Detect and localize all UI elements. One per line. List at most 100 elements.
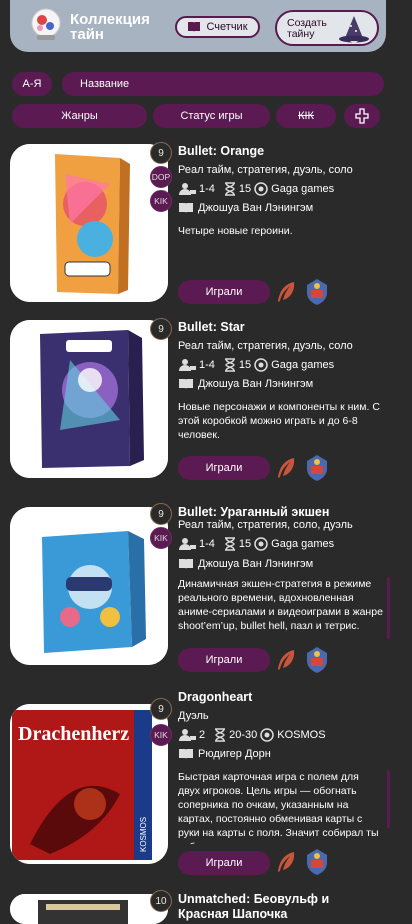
copies-count-badge: 9 xyxy=(150,318,172,340)
feather-icon[interactable] xyxy=(274,850,298,874)
box-art xyxy=(10,894,168,924)
game-meta: 2 20-30 KOSMOS xyxy=(178,728,326,742)
game-cover-image[interactable] xyxy=(10,320,168,478)
copies-count-badge: 9 xyxy=(150,142,172,164)
sort-toggle-button[interactable]: А-Я xyxy=(12,72,52,96)
game-description: Четыре новые героини. xyxy=(178,225,293,237)
crest-icon[interactable] xyxy=(304,848,330,876)
status-filter-button[interactable]: Статус игры xyxy=(153,104,270,128)
cover-brand: KOSMOS xyxy=(139,817,148,852)
players-icon xyxy=(179,183,196,195)
open-book-icon xyxy=(179,749,193,759)
publisher-value: KOSMOS xyxy=(277,729,326,741)
app-title: Коллекция тайн xyxy=(70,11,150,43)
feather-icon[interactable] xyxy=(274,648,298,672)
publisher-icon xyxy=(254,182,268,196)
search-placeholder: Название xyxy=(80,78,130,90)
copies-count-badge: 9 xyxy=(150,503,172,525)
game-meta: 1-4 15 Gaga games xyxy=(178,358,334,372)
crystal-ball-logo-icon xyxy=(31,8,61,40)
game-cover-image[interactable] xyxy=(10,894,168,924)
book-icon xyxy=(188,22,201,32)
author-value: Рюдигер Дорн xyxy=(198,748,271,760)
game-card[interactable]: Drachenherz KOSMOS 9 KIK Dragonheart Дуэ… xyxy=(10,688,402,878)
copies-count-badge: 9 xyxy=(150,698,172,720)
crest-icon[interactable] xyxy=(304,278,330,306)
wizard-icon xyxy=(339,16,369,43)
genres-filter-button[interactable]: Жанры xyxy=(12,104,147,128)
publisher-value: Gaga games xyxy=(271,183,335,195)
kik-tag-badge: KIK xyxy=(150,527,172,549)
game-author: Джошуа Ван Лэнингэм xyxy=(178,202,313,214)
game-title[interactable]: Dragonheart xyxy=(178,690,252,704)
genres-label: Жанры xyxy=(61,110,98,122)
time-value: 15 xyxy=(238,538,252,550)
players-value: 1-4 xyxy=(199,538,215,550)
time-value: 15 xyxy=(238,183,252,195)
feather-icon[interactable] xyxy=(274,280,298,304)
players-value: 1-4 xyxy=(199,359,215,371)
publisher-icon xyxy=(254,358,268,372)
game-card[interactable]: 10 Unmatched: Беовульф и Красная Шапочка xyxy=(10,890,402,924)
search-input[interactable]: Название xyxy=(62,72,384,96)
box-art: Drachenherz KOSMOS xyxy=(10,704,168,864)
add-filter-button[interactable] xyxy=(344,104,380,128)
create-mystery-button[interactable]: Создать тайну xyxy=(275,10,379,46)
open-book-icon xyxy=(179,379,193,389)
hourglass-icon xyxy=(224,358,235,372)
counter-label: Счетчик xyxy=(206,21,248,33)
players-value: 1-4 xyxy=(199,183,215,195)
kik-filter-button[interactable]: КІК xyxy=(276,104,336,128)
open-book-icon xyxy=(179,203,193,213)
hourglass-icon xyxy=(224,537,235,551)
crest-icon[interactable] xyxy=(304,646,330,674)
box-art xyxy=(10,320,168,478)
plus-icon xyxy=(355,108,369,124)
description-scrollbar[interactable] xyxy=(387,577,390,639)
description-scrollbar[interactable] xyxy=(387,770,390,828)
players-icon xyxy=(179,359,196,371)
crest-icon[interactable] xyxy=(304,454,330,482)
hourglass-icon xyxy=(224,182,235,196)
played-button[interactable]: Играли xyxy=(178,456,270,480)
game-cover-image[interactable] xyxy=(10,144,168,302)
app-header: Коллекция тайн Счетчик Создать тайну xyxy=(10,0,386,52)
counter-button[interactable]: Счетчик xyxy=(175,16,260,38)
played-button[interactable]: Играли xyxy=(178,648,270,672)
time-value: 20-30 xyxy=(229,729,258,741)
open-book-icon xyxy=(179,559,193,569)
status-label: Статус игры xyxy=(180,110,243,122)
kik-tag-badge: KIK xyxy=(150,724,172,746)
author-value: Джошуа Ван Лэнингэм xyxy=(198,202,314,214)
game-genres: Реал тайм, стратегия, дуэль, соло xyxy=(178,164,353,176)
game-cover-image[interactable]: Drachenherz KOSMOS xyxy=(10,704,168,864)
game-card[interactable]: 9 Bullet: Star Реал тайм, стратегия, дуэ… xyxy=(10,318,402,482)
cover-title: Drachenherz xyxy=(18,723,129,745)
game-title[interactable]: Unmatched: Беовульф и Красная Шапочка xyxy=(178,892,383,922)
players-icon xyxy=(179,729,196,741)
game-title[interactable]: Bullet: Star xyxy=(178,320,245,334)
feather-icon[interactable] xyxy=(274,456,298,480)
players-value: 2 xyxy=(199,729,206,741)
game-meta: 1-4 15 Gaga games xyxy=(178,537,334,551)
played-button[interactable]: Играли xyxy=(178,851,270,875)
author-value: Джошуа Ван Лэнингэм xyxy=(198,378,314,390)
played-button[interactable]: Играли xyxy=(178,280,270,304)
game-card[interactable]: 9 DOP KIK Bullet: Orange Реал тайм, стра… xyxy=(10,142,402,306)
game-cover-image[interactable] xyxy=(10,507,168,665)
kik-tag-badge: KIK xyxy=(150,190,172,212)
box-art xyxy=(10,507,168,665)
game-card[interactable]: 9 KIK Bullet: Ураганный экшен Реал тайм,… xyxy=(10,503,402,673)
game-genres: Реал тайм, стратегия, дуэль, соло xyxy=(178,340,353,352)
copies-count-badge: 10 xyxy=(150,890,172,912)
sort-label: А-Я xyxy=(22,78,42,90)
game-author: Джошуа Ван Лэнингэм xyxy=(178,378,313,390)
game-author: Джошуа Ван Лэнингэм xyxy=(178,558,313,570)
publisher-value: Gaga games xyxy=(271,359,335,371)
game-description: Быстрая карточная игра с полем для двух … xyxy=(178,771,379,844)
game-title[interactable]: Bullet: Ураганный экшен xyxy=(178,505,329,519)
game-title[interactable]: Bullet: Orange xyxy=(178,144,264,158)
players-icon xyxy=(179,538,196,550)
hourglass-icon xyxy=(215,728,226,742)
game-meta: 1-4 15 Gaga games xyxy=(178,182,334,196)
